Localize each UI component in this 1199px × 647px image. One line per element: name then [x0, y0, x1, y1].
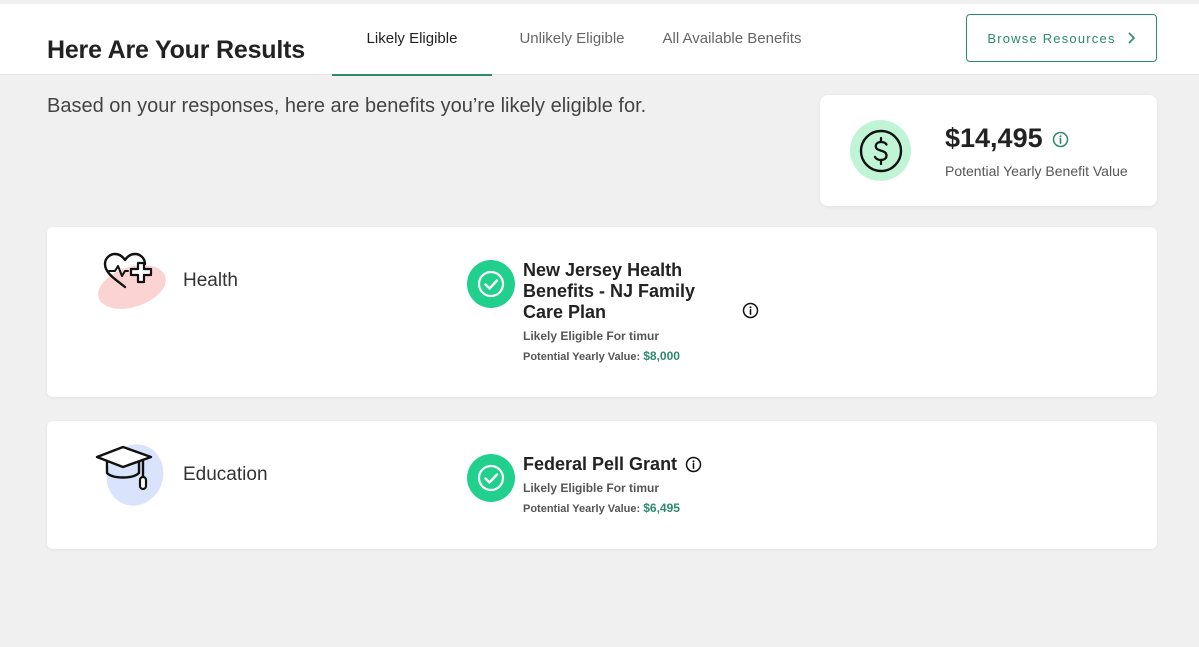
info-icon[interactable] [742, 302, 759, 319]
category-card-health: Health New Jersey Health Benefits - NJ F… [47, 227, 1157, 397]
info-icon[interactable] [685, 456, 702, 473]
graduation-cap-icon [95, 444, 164, 506]
benefit-title[interactable]: Federal Pell Grant [523, 454, 677, 475]
tab-likely-eligible[interactable]: Likely Eligible [332, 30, 492, 76]
value-label: Potential Yearly Value: [523, 351, 641, 363]
tab-all-available-benefits[interactable]: All Available Benefits [650, 31, 814, 75]
category-card-education: Education Federal Pell Grant Likely Elig… [47, 421, 1157, 549]
benefit-item[interactable]: New Jersey Health Benefits - NJ Family C… [523, 260, 723, 363]
tab-label: Unlikely Eligible [519, 30, 625, 47]
value-amount: $8,000 [643, 349, 680, 363]
browse-resources-label: Browse Resources [987, 30, 1116, 46]
tab-label: Likely Eligible [366, 30, 458, 47]
category-name: Education [183, 464, 268, 485]
benefit-item[interactable]: Federal Pell Grant Likely Eligible For t… [523, 454, 763, 515]
benefit-title[interactable]: New Jersey Health Benefits - NJ Family C… [523, 260, 723, 323]
info-icon[interactable] [1052, 131, 1069, 148]
benefit-value: Potential Yearly Value: $6,495 [523, 501, 763, 515]
check-icon [467, 260, 515, 308]
check-icon [467, 454, 515, 502]
total-benefit-amount: $14,495 [945, 123, 1043, 153]
chevron-right-icon [1128, 32, 1135, 44]
benefit-value-summary: $14,495 Potential Yearly Benefit Value [820, 95, 1157, 206]
benefit-value: Potential Yearly Value: $8,000 [523, 349, 723, 363]
value-amount: $6,495 [643, 501, 680, 515]
eligibility-text: Likely Eligible For timur [523, 329, 660, 343]
total-benefit-label: Potential Yearly Benefit Value [945, 163, 1128, 179]
intro-text: Based on your responses, here are benefi… [47, 95, 647, 117]
benefit-title-row: Federal Pell Grant [523, 454, 763, 475]
browse-resources-button[interactable]: Browse Resources [966, 14, 1157, 62]
top-bar: Here Are Your Results Likely Eligible Un… [0, 4, 1199, 76]
heart-plus-icon [98, 252, 166, 309]
page-title: Here Are Your Results [47, 36, 305, 64]
value-label: Potential Yearly Value: [523, 503, 641, 515]
dollar-icon [850, 120, 911, 181]
tab-label: All Available Benefits [662, 30, 802, 47]
tab-unlikely-eligible[interactable]: Unlikely Eligible [506, 31, 638, 75]
eligibility-text: Likely Eligible For timur [523, 481, 660, 495]
category-name: Health [183, 270, 238, 291]
